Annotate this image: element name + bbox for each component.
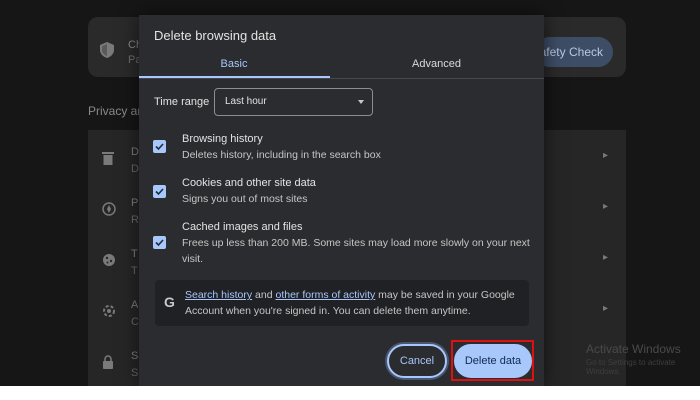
cached-images-title: Cached images and files <box>182 221 303 233</box>
chevron-right-icon: ▸ <box>602 303 608 314</box>
cookie-icon <box>102 253 116 267</box>
tab-basic[interactable]: Basic <box>139 56 329 76</box>
google-account-info: G Search history and other forms of acti… <box>155 280 529 326</box>
activate-windows-subtext: Go to Settings to activate Windows. <box>586 358 676 376</box>
browsing-history-checkbox[interactable] <box>153 140 166 153</box>
settings-row-desc: R <box>131 214 139 226</box>
settings-row-title: A <box>131 299 139 311</box>
compass-icon <box>102 202 116 216</box>
browsing-history-desc: Deletes history, including in the search… <box>182 149 381 161</box>
settings-row-title: T <box>131 248 138 260</box>
section-title: Privacy an <box>88 104 145 118</box>
chevron-right-icon: ▸ <box>602 252 608 263</box>
tab-advanced[interactable]: Advanced <box>329 56 544 76</box>
chevron-right-icon: ▸ <box>602 201 608 212</box>
safety-check-button[interactable]: afety Check <box>535 37 613 67</box>
cookies-checkbox[interactable] <box>153 185 166 198</box>
trash-icon <box>102 151 116 165</box>
tab-divider <box>139 78 544 79</box>
cached-images-checkbox[interactable] <box>153 236 166 249</box>
settings-row-desc: D <box>131 163 139 175</box>
chevron-right-icon: ▸ <box>602 150 608 161</box>
time-range-value: Last hour <box>225 96 267 107</box>
settings-icon <box>102 304 116 318</box>
other-activity-link[interactable]: other forms of activity <box>275 289 375 301</box>
cookies-desc: Signs you out of most sites <box>182 193 308 205</box>
checkmark-icon <box>155 188 164 196</box>
google-g-icon: G <box>164 294 175 310</box>
cancel-button[interactable]: Cancel <box>387 344 447 378</box>
dialog-title: Delete browsing data <box>154 28 277 43</box>
bottom-strip <box>0 386 700 400</box>
time-range-select[interactable]: Last hour <box>214 88 373 116</box>
info-text: Search history and other forms of activi… <box>185 287 525 319</box>
activate-windows-watermark: Activate Windows <box>586 342 681 356</box>
delete-button-highlight <box>451 340 534 381</box>
time-range-label: Time range <box>154 96 210 108</box>
search-history-link[interactable]: Search history <box>185 289 252 301</box>
settings-row-desc: T <box>131 265 138 277</box>
cookies-title: Cookies and other site data <box>182 177 316 189</box>
cached-images-desc: Frees up less than 200 MB. Some sites ma… <box>182 237 530 265</box>
settings-row-title: D <box>131 146 139 158</box>
info-and-text: and <box>252 289 276 301</box>
dropdown-caret-icon <box>358 100 364 104</box>
lock-icon <box>102 355 116 369</box>
settings-row-title: S <box>131 350 139 362</box>
screen: Ch Pa afety Check Privacy an D D ▸ P R ▸… <box>0 0 700 386</box>
shield-icon <box>100 42 114 63</box>
delete-browsing-data-dialog: Delete browsing data Basic Advanced Time… <box>139 15 544 386</box>
browsing-history-title: Browsing history <box>182 133 263 145</box>
settings-row-title: P <box>131 197 139 209</box>
checkmark-icon <box>155 239 164 247</box>
settings-row-desc: S <box>131 367 139 379</box>
checkmark-icon <box>155 143 164 151</box>
settings-row-desc: C <box>131 316 139 328</box>
